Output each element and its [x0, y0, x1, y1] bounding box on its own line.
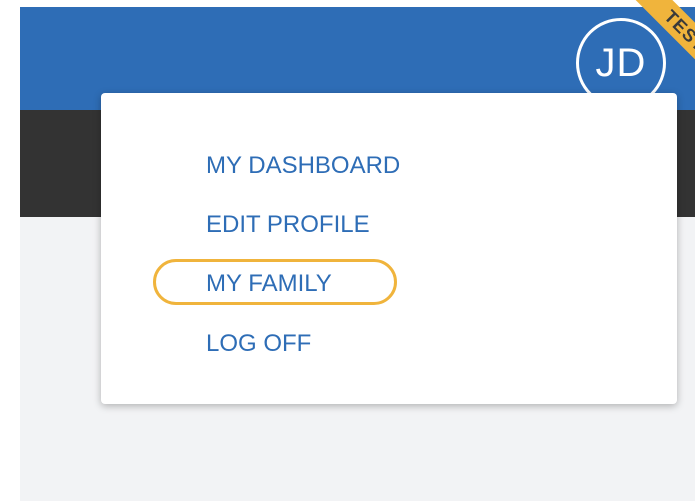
- left-margin: [0, 0, 20, 501]
- avatar-initials: JD: [595, 40, 647, 85]
- user-dropdown-menu: MY DASHBOARD EDIT PROFILE MY FAMILY LOG …: [101, 93, 677, 404]
- top-margin: [0, 0, 695, 7]
- menu-item-my-family[interactable]: MY FAMILY: [206, 267, 332, 301]
- menu-item-edit-profile[interactable]: EDIT PROFILE: [206, 208, 370, 242]
- menu-item-my-dashboard[interactable]: MY DASHBOARD: [206, 149, 400, 183]
- menu-item-log-off[interactable]: LOG OFF: [206, 327, 311, 361]
